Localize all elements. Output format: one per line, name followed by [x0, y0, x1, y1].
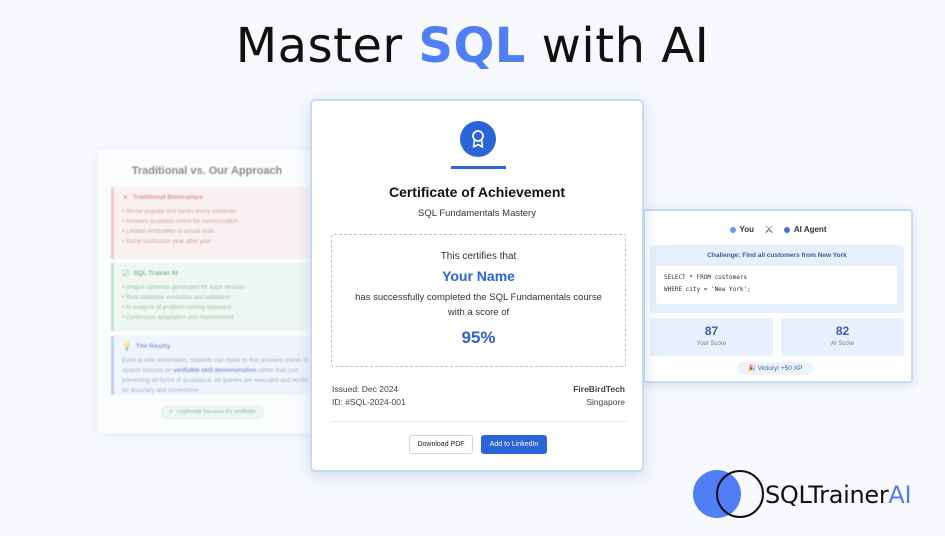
your-score-value: 87: [704, 324, 719, 338]
list-item: Answers available online for memorizatio…: [122, 217, 313, 227]
certificate-body: This certifies that Your Name has succes…: [331, 234, 626, 367]
crossed-swords-icon: ⚔: [764, 224, 774, 236]
ai-score-value: 82: [835, 324, 850, 338]
comparison-card: Traditional vs. Our Approach ✕ Tradition…: [97, 150, 317, 433]
certificate-card: Certificate of Achievement SQL Fundament…: [310, 99, 644, 472]
certificate-subtitle: SQL Fundamentals Mastery: [418, 208, 536, 219]
you-label: You: [739, 225, 755, 234]
verified-badge: ✓ Legitimate because it's verifiable: [161, 406, 264, 419]
ai-label: AI Agent: [793, 225, 827, 234]
traditional-list: Reuse popular test banks every semester …: [122, 207, 313, 247]
recipient-name: Your Name: [442, 268, 515, 284]
logo-outline-circle: [716, 470, 764, 518]
list-item: Reuse popular test banks every semester: [122, 207, 313, 217]
list-item: Same curriculum year after year: [122, 237, 313, 247]
headline-prefix: Master: [235, 18, 403, 74]
headline-suffix: with AI: [541, 18, 710, 74]
completion-text: has successfully completed the SQL Funda…: [355, 292, 602, 318]
victory-badge: 🎉 Victory! +50 XP: [737, 362, 813, 375]
trainer-panel: ☑ SQL Trainer AI Unique schemas generate…: [111, 263, 317, 331]
checkbox-icon: ☑: [122, 269, 130, 278]
versus-row: You ⚔ AI Agent: [645, 223, 911, 236]
list-item: Continuous adaptation and improvement: [122, 313, 313, 323]
brand-logo: SQLTrainerAI: [693, 470, 933, 520]
sql-code-block: SELECT * FROM customers WHERE city = 'New…: [656, 266, 897, 304]
list-item: Real database execution and validation: [122, 293, 313, 303]
your-score-label: Your Score: [696, 341, 727, 347]
certificate-id: ID: #SQL-2024-001: [332, 397, 406, 407]
reality-text: Even at elite universities, students can…: [122, 358, 309, 394]
check-circle-icon: ✓: [169, 409, 174, 415]
reality-panel: 💡 The Reality Even at elite universities…: [111, 336, 317, 395]
list-item: Unique schemas generated for each sessio…: [122, 283, 313, 293]
download-pdf-button[interactable]: Download PDF: [409, 435, 473, 454]
lightbulb-icon: 💡: [122, 342, 132, 351]
certifies-text: This certifies that: [440, 251, 517, 262]
reality-heading: The Reality: [135, 343, 171, 350]
you-dot: [729, 226, 736, 233]
trainer-heading: SQL Trainer AI: [133, 270, 178, 277]
add-to-linkedin-button[interactable]: Add to LinkedIn: [481, 435, 547, 454]
issuer-info: FireBirdTech Singapore: [573, 383, 625, 409]
traditional-heading: Traditional Bootcamps: [132, 194, 203, 201]
battle-card: You ⚔ AI Agent Challenge: Find all custo…: [643, 209, 913, 383]
list-item: AI analysis of problem-solving approach: [122, 303, 313, 313]
score-percent: 95%: [461, 328, 496, 347]
challenge-panel: Challenge: Find all customers from New Y…: [650, 245, 904, 313]
list-item: Limited verification of actual skills: [122, 227, 313, 237]
comparison-title: Traditional vs. Our Approach: [131, 165, 283, 177]
ai-score-box: 82 AI Score: [781, 318, 904, 356]
ai-dot: [783, 226, 790, 233]
x-mark-icon: ✕: [122, 193, 129, 202]
logo-wordmark: SQLTrainerAI: [765, 481, 912, 509]
headline-accent: SQL: [418, 18, 526, 74]
title-underline: [451, 166, 506, 169]
issuer-location: Singapore: [586, 397, 625, 407]
challenge-title: Challenge: Find all customers from New Y…: [707, 252, 847, 259]
divider: [331, 421, 627, 422]
page-headline: Master SQL with AI: [0, 18, 945, 74]
issuer-org: FireBirdTech: [573, 384, 625, 394]
issued-date: Issued: Dec 2024: [332, 384, 399, 394]
certificate-meta: Issued: Dec 2024 ID: #SQL-2024-001: [332, 383, 406, 409]
ai-score-label: AI Score: [830, 341, 854, 347]
award-icon: [460, 121, 496, 157]
your-score-box: 87 Your Score: [650, 318, 773, 356]
trainer-list: Unique schemas generated for each sessio…: [122, 283, 313, 323]
certificate-title: Certificate of Achievement: [388, 184, 566, 200]
traditional-panel: ✕ Traditional Bootcamps Reuse popular te…: [111, 187, 317, 259]
